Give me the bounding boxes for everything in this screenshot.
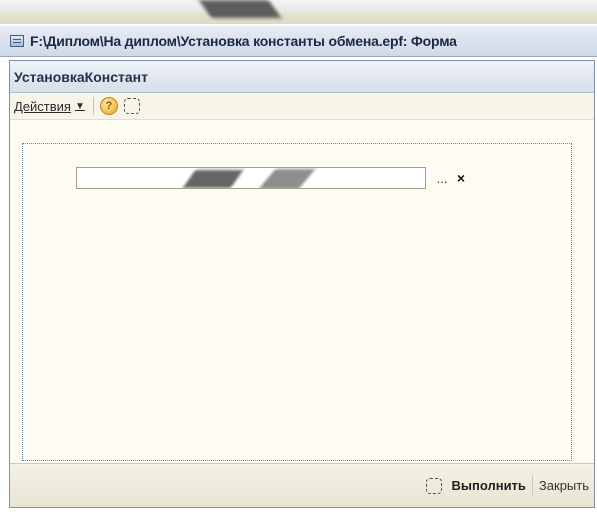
background-artifact: [198, 0, 282, 18]
window-title: F:\Диплом\На диплом\Установка константы …: [30, 33, 457, 49]
form-window: УстановкаКонстант Действия ▼ ? ... × Вып…: [9, 60, 595, 508]
window-icon: [10, 35, 24, 47]
constant-input[interactable]: [77, 168, 425, 188]
select-icon[interactable]: [425, 477, 442, 494]
close-button[interactable]: Закрыть: [539, 478, 589, 493]
actions-menu[interactable]: Действия ▼: [14, 99, 85, 114]
select-button[interactable]: ...: [433, 167, 451, 189]
chevron-down-icon: ▼: [74, 100, 85, 112]
form-title: УстановкаКонстант: [14, 68, 148, 85]
footer-divider: [531, 474, 533, 497]
window-title-bar[interactable]: F:\Диплом\На диплом\Установка константы …: [0, 26, 597, 57]
content-panel: [22, 143, 572, 461]
form-toolbar: Действия ▼ ?: [10, 93, 594, 120]
form-header: УстановкаКонстант: [10, 61, 594, 93]
constant-input-field[interactable]: [76, 167, 426, 189]
run-button[interactable]: Выполнить: [452, 478, 526, 493]
clear-button[interactable]: ×: [452, 167, 470, 189]
select-icon[interactable]: [123, 98, 140, 114]
actions-menu-label: Действия: [14, 98, 71, 114]
toolbar-divider: [92, 97, 94, 115]
form-footer: Выполнить Закрыть: [10, 463, 594, 507]
background-top: [0, 0, 597, 12]
background-band: [0, 12, 597, 24]
help-icon[interactable]: ?: [99, 97, 118, 115]
